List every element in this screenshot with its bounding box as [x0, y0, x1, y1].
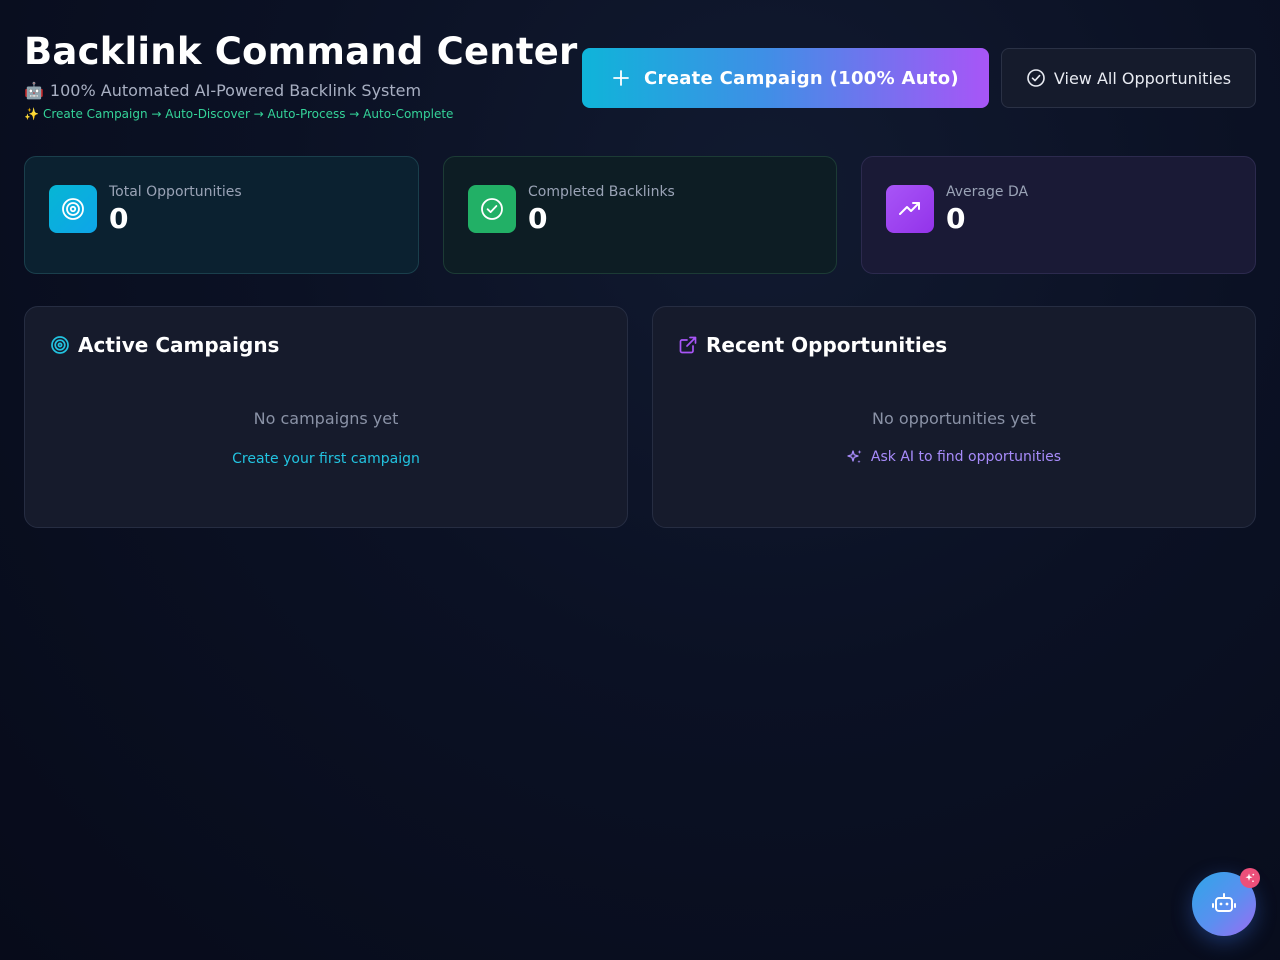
create-campaign-label: Create Campaign (100% Auto): [644, 67, 959, 89]
plus-icon: [613, 70, 629, 86]
sparkles-icon: [847, 450, 862, 464]
workflow-text: Create Campaign → Auto-Discover → Auto-P…: [42, 107, 454, 121]
stat-value: 0: [946, 202, 966, 235]
stat-label: Completed Backlinks: [528, 184, 675, 200]
workflow-steps: ✨ Create Campaign → Auto-Discover → Auto-…: [24, 106, 577, 122]
empty-state-text: No opportunities yet: [872, 409, 1036, 428]
create-first-campaign-link[interactable]: Create your first campaign: [25, 451, 627, 467]
notification-badge: [1240, 868, 1260, 888]
view-all-label: View All Opportunities: [1053, 68, 1232, 88]
backlink-dashboard: Backlink Command Center 🤖 100% Automated …: [0, 0, 1280, 960]
recent-opportunities-panel: Recent Opportunities No opportunities ye…: [652, 306, 1256, 528]
stat-card-average-da: Average DA 0: [861, 156, 1256, 274]
stat-card-completed-backlinks: Completed Backlinks 0: [443, 156, 837, 274]
active-campaigns-panel: Active Campaigns No campaigns yet Create…: [24, 306, 628, 528]
subtitle-text: 100% Automated AI-Powered Backlink Syste…: [49, 81, 422, 100]
stat-value: 0: [528, 202, 548, 235]
view-all-opportunities-button[interactable]: View All Opportunities: [1001, 48, 1256, 108]
stat-label: Average DA: [946, 184, 1029, 200]
page-subtitle: 🤖 100% Automated AI-Powered Backlink Syst…: [24, 81, 577, 101]
stat-label: Total Opportunities: [109, 184, 242, 200]
robot-icon: 🤖: [24, 81, 44, 100]
bot-icon: [1212, 893, 1236, 912]
ask-ai-label: Ask AI to find opportunities: [870, 449, 1062, 465]
trending-up-icon: [886, 185, 934, 233]
panel-title: Active Campaigns: [78, 333, 280, 357]
panel-header: Active Campaigns: [50, 333, 279, 357]
page-title: Backlink Command Center: [24, 30, 578, 73]
ask-ai-link[interactable]: Ask AI to find opportunities: [653, 449, 1255, 465]
check-circle-icon: [1027, 69, 1045, 87]
panel-header: Recent Opportunities: [678, 333, 947, 357]
empty-state-text: No campaigns yet: [253, 409, 399, 428]
target-icon: [51, 336, 69, 354]
target-icon: [49, 185, 97, 233]
page-header: Backlink Command Center 🤖 100% Automated …: [24, 30, 577, 122]
stat-value: 0: [109, 202, 129, 235]
create-campaign-button[interactable]: Create Campaign (100% Auto): [582, 48, 989, 108]
external-link-icon: [679, 336, 697, 354]
sparkles-icon: ✨: [24, 107, 39, 121]
sparkles-icon: [1245, 873, 1255, 882]
check-circle-icon: [468, 185, 516, 233]
panel-title: Recent Opportunities: [706, 333, 948, 357]
stat-card-total-opportunities: Total Opportunities 0: [24, 156, 419, 274]
